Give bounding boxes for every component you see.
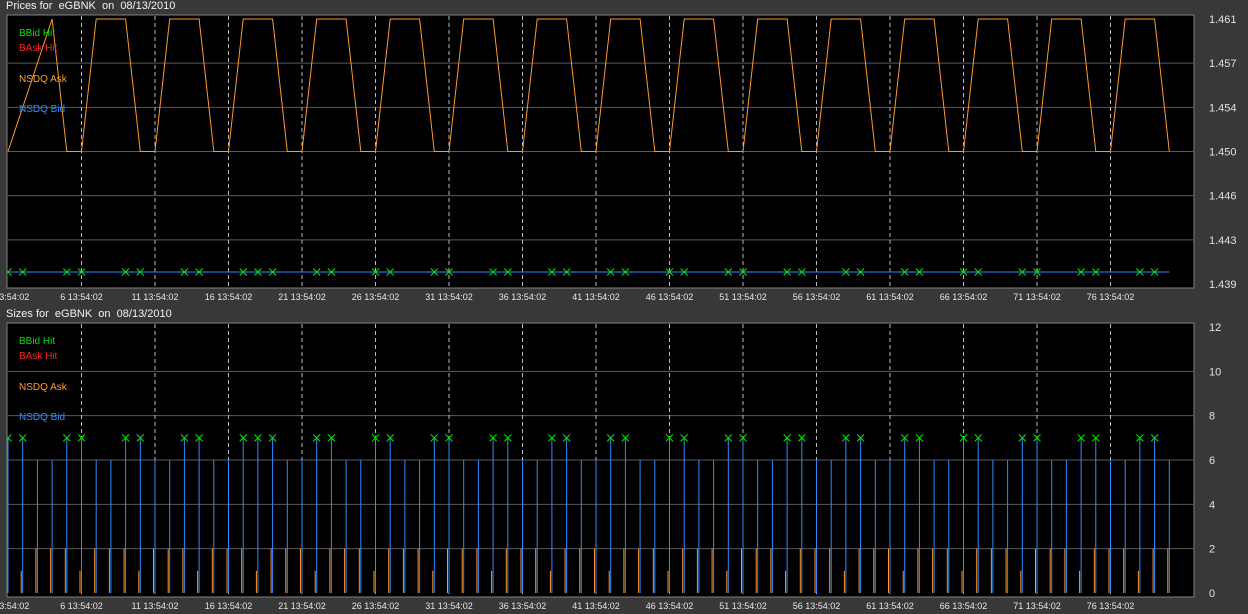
legend-bask-hit: BAsk Hit [19,351,58,362]
x-tick-label: 76 13:54:02 [1087,601,1135,611]
x-tick-label: 11 13:54:02 [132,292,179,302]
x-tick-label: 51 13:54:02 [719,601,767,611]
x-tick-label: 46 13:54:02 [646,292,694,302]
x-tick-label: 21 13:54:02 [278,292,326,302]
chart-1-root: 12 10 8 6 4 2 0 1 13:54:02 6 13:54:02 11 13:54:02… [0,322,1221,611]
x-tick-label: 6 13:54:02 [60,601,103,611]
y-tick-label: 1.439 [1209,279,1237,291]
y-tick-label: 1.461 [1209,14,1237,26]
prices-panel: Prices for eGBNK on 08/13/2010 1.461 1.45… [0,0,1248,304]
y-tick-label: 1.450 [1209,147,1237,159]
legend-nsdq-ask: NSDQ Ask [19,74,68,85]
x-tick-label: 56 13:54:02 [793,292,841,302]
x-tick-label: 26 13:54:02 [352,292,400,302]
x-tick-label: 1 13:54:02 [0,601,29,611]
legend-bask-hit: BAsk Hit [19,43,58,54]
x-tick-label: 31 13:54:02 [425,601,473,611]
x-tick-label: 16 13:54:02 [205,601,253,611]
x-tick-label: 36 13:54:02 [499,601,547,611]
x-tick-label: 21 13:54:02 [278,601,326,611]
y-tick-label: 10 [1209,366,1221,378]
x-tick-label: 41 13:54:02 [572,601,620,611]
x-tick-label: 61 13:54:02 [866,601,914,611]
prices-chart: 1.461 1.457 1.454 1.450 1.446 1.443 1.439 1 13:… [0,14,1237,302]
y-tick-label: 1.454 [1209,102,1237,114]
x-tick-label: 16 13:54:02 [205,292,253,302]
legend-bbid-hit: BBid Hit [19,336,55,347]
x-tick-label: 66 13:54:02 [940,292,988,302]
x-tick-label: 61 13:54:02 [866,292,914,302]
x-tick-label: 6 13:54:02 [60,292,103,302]
x-tick-label: 11 13:54:02 [132,601,179,611]
legend-nsdq-bid: NSDQ Bid [19,104,65,115]
y-tick-label: 1.446 [1209,191,1237,203]
y-tick-label: 6 [1209,455,1215,467]
y-tick-label: 1.457 [1209,58,1237,70]
x-tick-label: 66 13:54:02 [940,601,988,611]
legend-nsdq-ask: NSDQ Ask [19,382,68,393]
x-tick-label: 26 13:54:02 [352,601,400,611]
y-tick-label: 0 [1209,588,1215,600]
x-tick-label: 56 13:54:02 [793,601,841,611]
y-tick-label: 8 [1209,411,1215,423]
y-tick-label: 2 [1209,544,1215,556]
x-tick-label: 51 13:54:02 [719,292,767,302]
x-tick-label: 41 13:54:02 [572,292,620,302]
x-tick-label: 76 13:54:02 [1087,292,1135,302]
x-tick-label: 1 13:54:02 [0,292,29,302]
x-tick-label: 31 13:54:02 [425,292,473,302]
chart-0-root: 1.461 1.457 1.454 1.450 1.446 1.443 1.439 1 13:… [0,14,1237,302]
sizes-panel: Sizes for eGBNK on 08/13/2010 1210864201… [0,308,1248,614]
y-tick-label: 4 [1209,499,1215,511]
legend-bbid-hit: BBid Hit [19,28,55,39]
y-tick-label: 1.443 [1209,235,1237,247]
sizes-chart: 12 10 8 6 4 2 0 1 13:54:02 6 13:54:02 11 13:54:02… [0,322,1221,611]
x-tick-label: 71 13:54:02 [1013,292,1061,302]
legend-nsdq-bid: NSDQ Bid [19,412,65,423]
x-tick-label: 46 13:54:02 [646,601,694,611]
y-tick-label: 12 [1209,322,1221,334]
x-tick-label: 36 13:54:02 [499,292,547,302]
x-tick-label: 71 13:54:02 [1013,601,1061,611]
